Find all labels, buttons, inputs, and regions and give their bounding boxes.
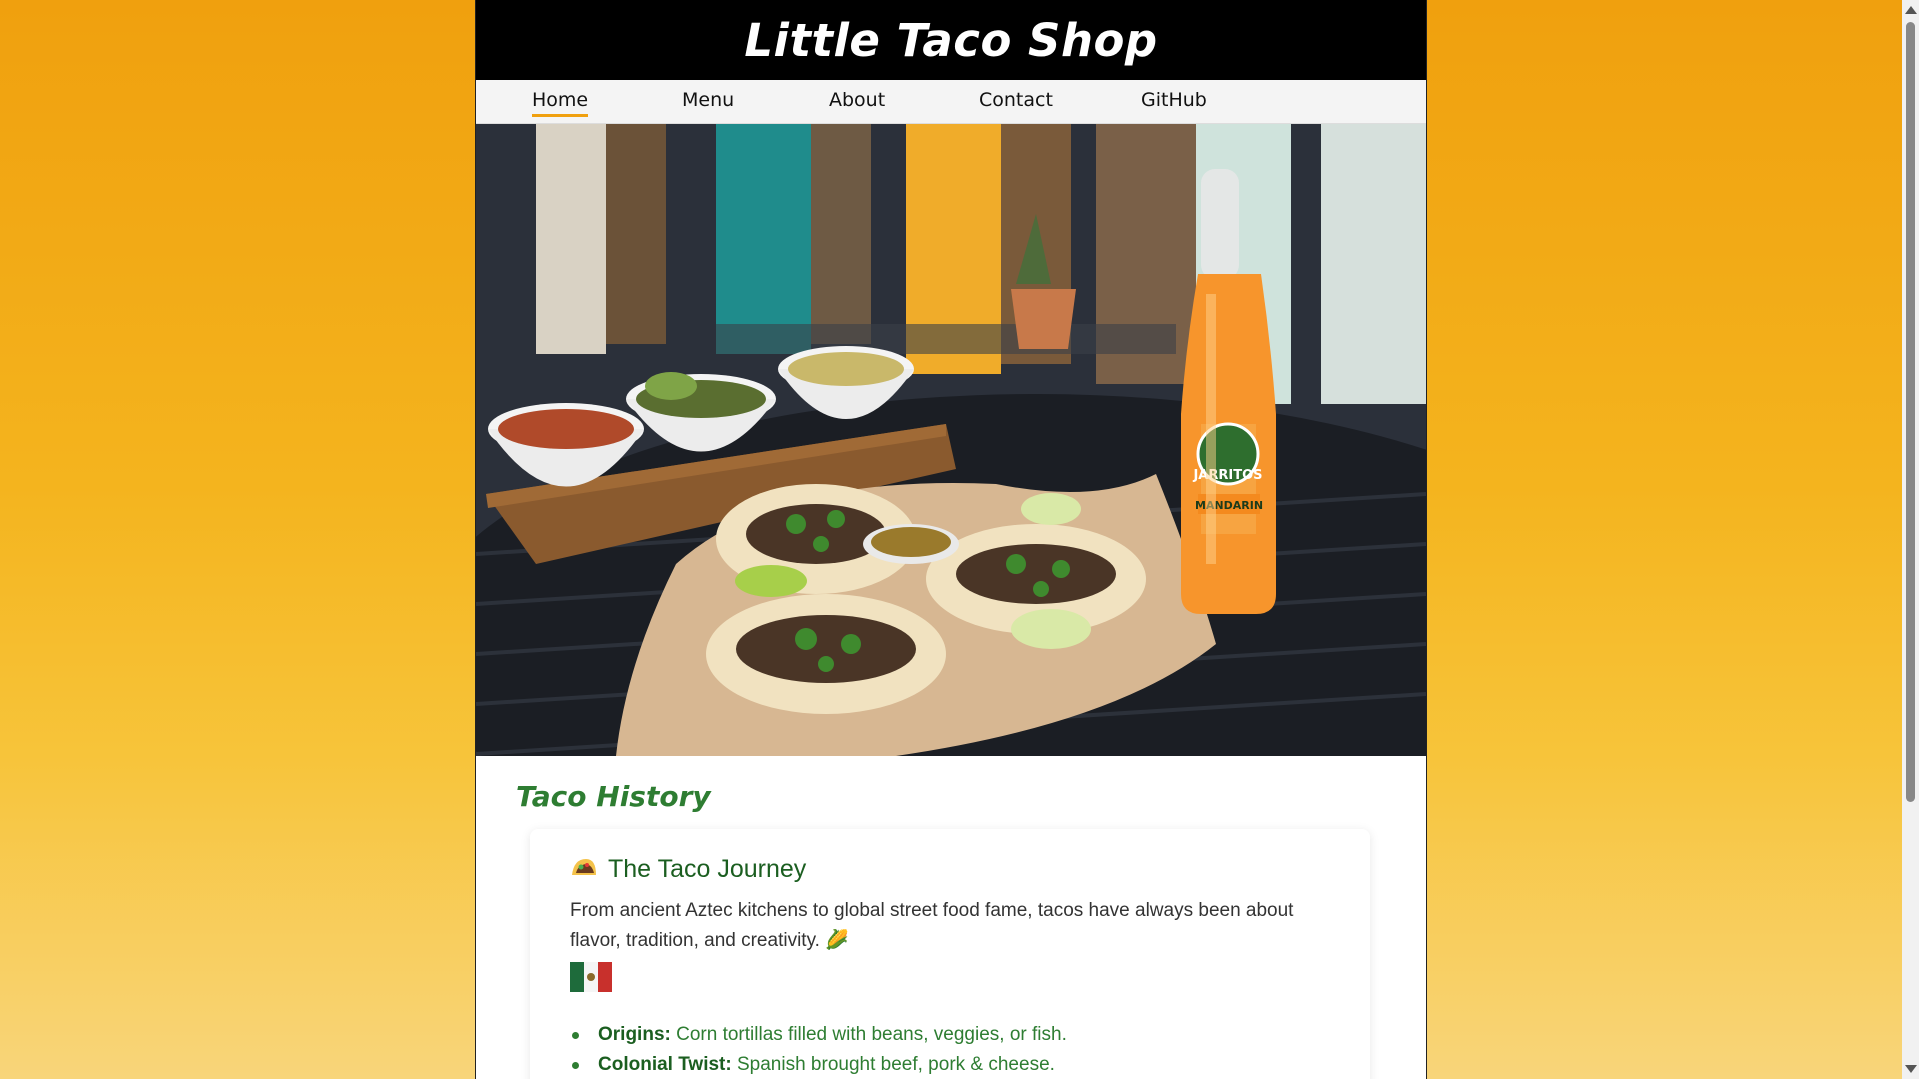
- nav-github[interactable]: GitHub: [1141, 89, 1207, 114]
- card-description: From ancient Aztec kitchens to global st…: [570, 900, 1294, 951]
- site-header: Little Taco Shop: [476, 0, 1426, 80]
- page-scrollbar[interactable]: [1902, 0, 1919, 1079]
- list-item: Origins: Corn tortillas filled with bean…: [570, 1020, 1330, 1050]
- fact-label: Origins:: [598, 1024, 671, 1045]
- mexico-flag-icon: [570, 962, 1330, 996]
- section-title: Taco History: [516, 780, 711, 813]
- list-item: Colonial Twist: Spanish brought beef, po…: [570, 1050, 1330, 1079]
- main-content: Taco History The Taco Journey From ancie…: [476, 756, 1426, 1079]
- scroll-down-icon[interactable]: [1905, 1065, 1917, 1073]
- history-card: The Taco Journey From ancient Aztec kitc…: [530, 829, 1370, 1079]
- hero-illustration: JARRITOS MANDARIN: [476, 124, 1426, 756]
- scroll-thumb[interactable]: [1906, 22, 1915, 802]
- nav-contact[interactable]: Contact: [979, 89, 1053, 114]
- nav-home[interactable]: Home: [532, 89, 589, 117]
- nav-about[interactable]: About: [829, 89, 885, 114]
- fact-text: Spanish brought beef, pork & cheese.: [731, 1054, 1055, 1075]
- facts-list: Origins: Corn tortillas filled with bean…: [570, 1020, 1330, 1079]
- fact-text: Corn tortillas filled with beans, veggie…: [670, 1024, 1067, 1045]
- card-heading: The Taco Journey: [570, 855, 1330, 884]
- fact-label: Colonial Twist:: [598, 1054, 732, 1075]
- card-title: The Taco Journey: [608, 855, 807, 883]
- site-title: Little Taco Shop: [744, 13, 1158, 67]
- page-container: Little Taco Shop Home Menu About Contact…: [475, 0, 1427, 1079]
- bottle-flavor: MANDARIN: [1195, 499, 1263, 512]
- nav-menu[interactable]: Menu: [682, 89, 734, 114]
- bottle-brand: JARRITOS: [1192, 468, 1262, 483]
- taco-icon: [570, 855, 598, 884]
- main-nav: Home Menu About Contact GitHub: [476, 80, 1426, 124]
- scroll-up-icon[interactable]: [1905, 6, 1917, 14]
- hero-image: JARRITOS MANDARIN: [476, 124, 1426, 756]
